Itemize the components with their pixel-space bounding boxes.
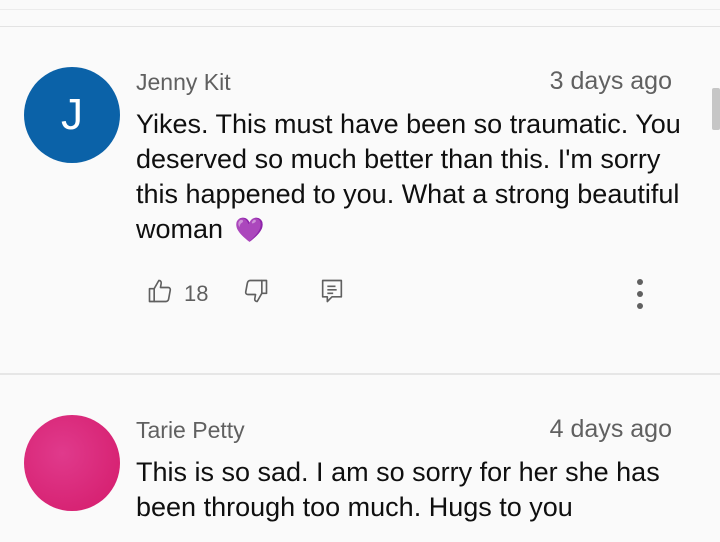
avatar-letter: J bbox=[61, 90, 83, 139]
comment-actions: 18 bbox=[146, 277, 686, 311]
comment-timestamp[interactable]: 4 days ago bbox=[550, 415, 672, 444]
avatar[interactable] bbox=[24, 415, 120, 511]
comment-text: This is so sad. I am so sorry for her sh… bbox=[136, 455, 696, 525]
comment-author[interactable]: Jenny Kit bbox=[136, 69, 231, 96]
more-vert-icon bbox=[626, 275, 654, 318]
thumbs-down-icon bbox=[242, 277, 270, 310]
previous-comment-edge bbox=[0, 0, 720, 27]
thumbs-up-icon bbox=[146, 277, 174, 310]
reply-button[interactable] bbox=[318, 277, 346, 310]
purple-heart-emoji: 💜 bbox=[234, 217, 265, 244]
comment-body: This is so sad. I am so sorry for her sh… bbox=[136, 457, 660, 522]
reply-icon bbox=[318, 277, 346, 310]
like-button[interactable]: 18 bbox=[146, 277, 208, 310]
avatar[interactable]: J bbox=[24, 67, 120, 163]
dislike-button[interactable] bbox=[242, 277, 270, 310]
comment-author[interactable]: Tarie Petty bbox=[136, 417, 245, 444]
comment-item: Tarie Petty 4 days ago This is so sad. I… bbox=[0, 375, 720, 542]
comment-item: J Jenny Kit 3 days ago Yikes. This must … bbox=[0, 27, 720, 373]
comment-body: Yikes. This must have been so traumatic.… bbox=[136, 109, 681, 244]
more-options-button[interactable] bbox=[626, 275, 654, 318]
scrollbar-thumb[interactable] bbox=[712, 88, 720, 130]
like-count: 18 bbox=[184, 280, 209, 306]
comment-timestamp[interactable]: 3 days ago bbox=[550, 67, 672, 96]
top-divider-line bbox=[0, 9, 720, 10]
comment-text: Yikes. This must have been so traumatic.… bbox=[136, 107, 696, 248]
